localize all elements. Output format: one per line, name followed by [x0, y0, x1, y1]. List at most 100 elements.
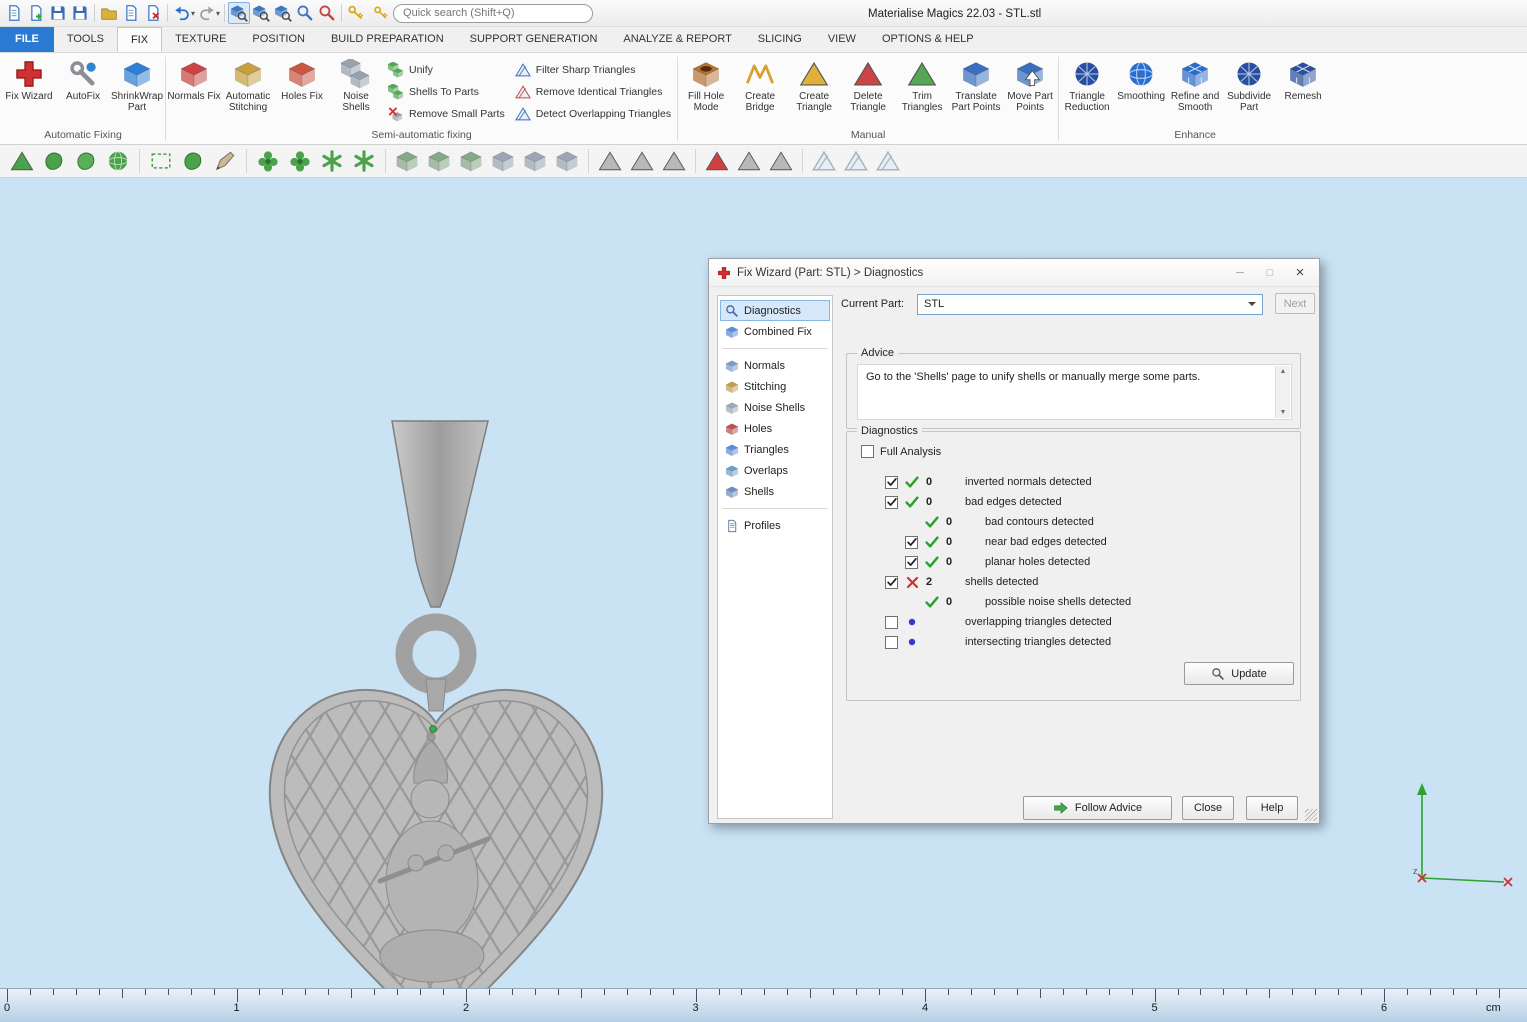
noise-shells-button[interactable]: Noise Shells [329, 54, 383, 128]
move-part-points-button[interactable]: Move Part Points [1003, 54, 1057, 128]
scroll-down-icon[interactable]: ▼ [1280, 409, 1287, 416]
checkbox-inverted-normals-detected[interactable] [885, 476, 898, 489]
full-analysis-checkbox[interactable] [861, 445, 874, 458]
plane-tool-2-icon[interactable] [628, 147, 656, 175]
save-icon[interactable] [47, 2, 69, 24]
zoom-selection-icon[interactable] [250, 2, 272, 24]
cube-view-2-icon[interactable] [425, 147, 453, 175]
wizard-page-overlaps[interactable]: Overlaps [720, 460, 830, 481]
redo-icon[interactable] [196, 2, 218, 24]
plane-tool-4-icon[interactable] [735, 147, 763, 175]
undo-dropdown-icon[interactable]: ▾ [191, 9, 195, 18]
minimize-button[interactable]: ─ [1225, 263, 1255, 283]
mark-all-icon[interactable] [254, 147, 282, 175]
create-triangle-button[interactable]: Create Triangle [787, 54, 841, 128]
export-part-icon[interactable] [120, 2, 142, 24]
invert-marking-icon[interactable] [318, 147, 346, 175]
zoom-out-icon[interactable] [316, 2, 338, 24]
cube-view-3-icon[interactable] [457, 147, 485, 175]
close-icon[interactable]: × [1285, 263, 1315, 283]
holes-fix-button[interactable]: Holes Fix [275, 54, 329, 128]
automatic-stitching-button[interactable]: Automatic Stitching [221, 54, 275, 128]
tab-view[interactable]: VIEW [815, 27, 869, 52]
resize-grip[interactable] [1305, 809, 1317, 821]
shrinkwrap-part-button[interactable]: ShrinkWrap Part [110, 54, 164, 128]
wizard-page-profiles[interactable]: Profiles [720, 515, 830, 536]
translate-part-points-button[interactable]: Translate Part Points [949, 54, 1003, 128]
delete-triangle-button[interactable]: Delete Triangle [841, 54, 895, 128]
zoom-fit-icon[interactable] [228, 2, 250, 24]
checkbox-intersecting-triangles-detected[interactable] [885, 636, 898, 649]
redo-dropdown-icon[interactable]: ▾ [216, 9, 220, 18]
fix-wizard-button[interactable]: Fix Wizard [2, 54, 56, 128]
normals-fix-button[interactable]: Normals Fix [167, 54, 221, 128]
search-box[interactable] [393, 4, 593, 23]
help-button[interactable]: Help [1246, 796, 1298, 820]
checkbox-overlapping-triangles-detected[interactable] [885, 616, 898, 629]
scroll-up-icon[interactable]: ▲ [1280, 368, 1287, 375]
cube-view-6-icon[interactable] [553, 147, 581, 175]
tab-slicing[interactable]: SLICING [745, 27, 815, 52]
mark-sphere-icon[interactable] [104, 147, 132, 175]
zoom-in-icon[interactable] [294, 2, 316, 24]
tab-file[interactable]: FILE [0, 27, 54, 52]
cut-tool-icon[interactable] [211, 147, 239, 175]
checkbox-shells-detected[interactable] [885, 576, 898, 589]
follow-advice-button[interactable]: Follow Advice [1023, 796, 1172, 820]
marked-triangles-icon[interactable] [703, 147, 731, 175]
ghost-triangle-3-icon[interactable] [874, 147, 902, 175]
close-part-icon[interactable] [142, 2, 164, 24]
dialog-titlebar[interactable]: Fix Wizard (Part: STL) > Diagnostics ─ □… [709, 259, 1319, 287]
cube-view-1-icon[interactable] [393, 147, 421, 175]
cube-view-5-icon[interactable] [521, 147, 549, 175]
checkbox-planar-holes-detected[interactable] [905, 556, 918, 569]
undo-icon[interactable] [171, 2, 193, 24]
trim-triangles-button[interactable]: Trim Triangles [895, 54, 949, 128]
free-mark-icon[interactable] [179, 147, 207, 175]
autofix-button[interactable]: AutoFix [56, 54, 110, 128]
refine-and-smooth-button[interactable]: Refine and Smooth [1168, 54, 1222, 128]
update-button[interactable]: Update [1184, 662, 1294, 685]
new-part-icon[interactable] [3, 2, 25, 24]
wizard-page-stitching[interactable]: Stitching [720, 376, 830, 397]
tab-texture[interactable]: TEXTURE [162, 27, 239, 52]
import-part-icon[interactable] [25, 2, 47, 24]
wizard-page-holes[interactable]: Holes [720, 418, 830, 439]
checkbox-bad-edges-detected[interactable] [885, 496, 898, 509]
zoom-box-icon[interactable] [272, 2, 294, 24]
expand-marking-icon[interactable] [350, 147, 378, 175]
filter-sharp-triangles-button[interactable]: Filter Sharp Triangles [515, 61, 671, 79]
mark-plane-icon[interactable] [72, 147, 100, 175]
plane-tool-5-icon[interactable] [767, 147, 795, 175]
checkbox-near-bad-edges-detected[interactable] [905, 536, 918, 549]
tab-support-generation[interactable]: SUPPORT GENERATION [457, 27, 611, 52]
rectangle-selection-icon[interactable] [147, 147, 175, 175]
create-bridge-button[interactable]: Create Bridge [733, 54, 787, 128]
fill-hole-mode-button[interactable]: Fill Hole Mode [679, 54, 733, 128]
triangle-reduction-button[interactable]: Triangle Reduction [1060, 54, 1114, 128]
wizard-page-combined-fix[interactable]: Combined Fix [720, 321, 830, 342]
current-part-select[interactable]: STL [917, 294, 1263, 315]
shortcut-key-icon[interactable] [345, 2, 367, 24]
remove-identical-triangles-button[interactable]: Remove Identical Triangles [515, 83, 671, 101]
ghost-triangle-1-icon[interactable] [810, 147, 838, 175]
wizard-page-diagnostics[interactable]: Diagnostics [720, 300, 830, 321]
save-as-icon[interactable] [69, 2, 91, 24]
plane-tool-1-icon[interactable] [596, 147, 624, 175]
remesh-button[interactable]: Remesh [1276, 54, 1330, 128]
ghost-triangle-2-icon[interactable] [842, 147, 870, 175]
search-input[interactable] [403, 7, 583, 19]
detect-overlapping-triangles-button[interactable]: Detect Overlapping Triangles [515, 105, 671, 123]
shells-to-parts-button[interactable]: Shells To Parts [388, 83, 505, 101]
tab-position[interactable]: POSITION [239, 27, 318, 52]
close-button[interactable]: Close [1182, 796, 1234, 820]
mark-shell-icon[interactable] [40, 147, 68, 175]
load-project-icon[interactable] [98, 2, 120, 24]
subdivide-part-button[interactable]: Subdivide Part [1222, 54, 1276, 128]
next-button[interactable]: Next [1275, 293, 1315, 314]
cube-view-4-icon[interactable] [489, 147, 517, 175]
tab-options-help[interactable]: OPTIONS & HELP [869, 27, 987, 52]
unify-button[interactable]: Unify [388, 61, 505, 79]
maximize-button[interactable]: □ [1255, 263, 1285, 283]
wizard-page-triangles[interactable]: Triangles [720, 439, 830, 460]
